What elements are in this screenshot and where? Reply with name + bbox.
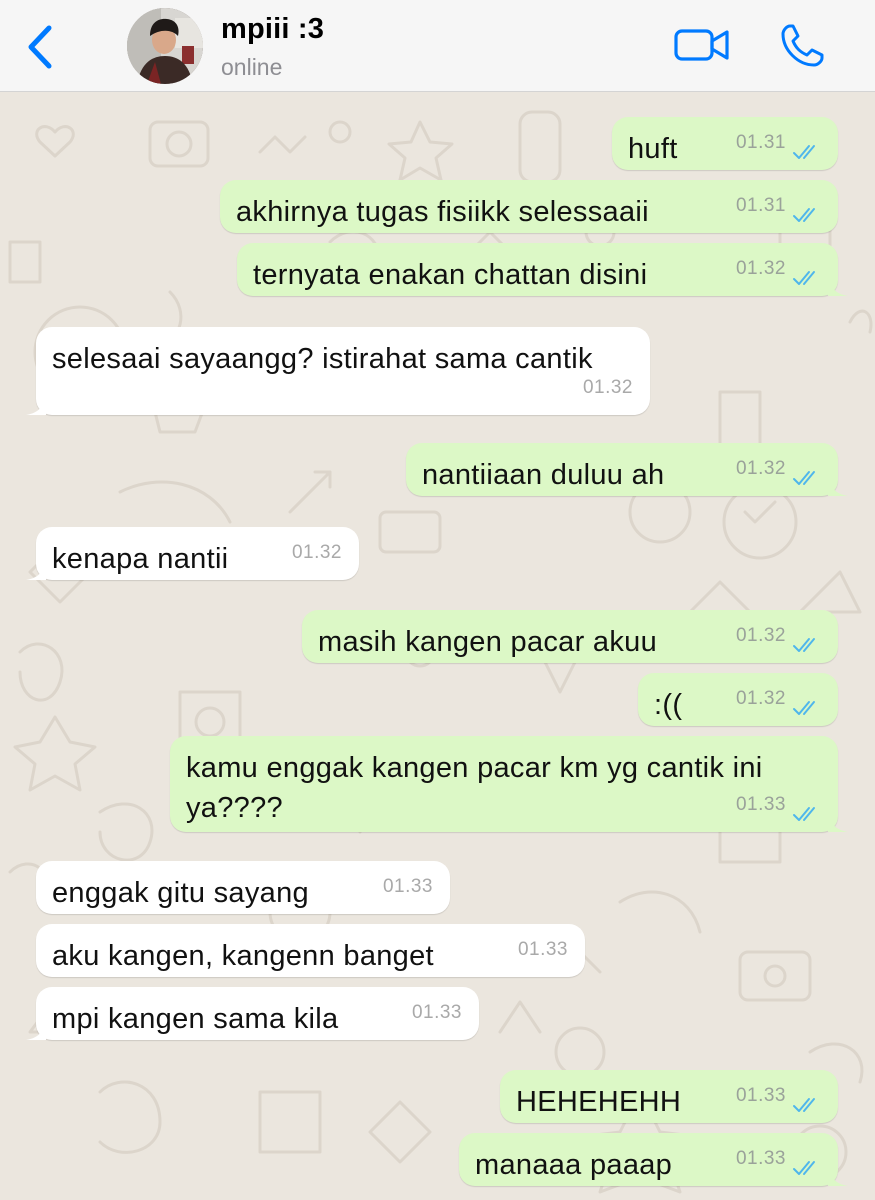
phone-icon (781, 24, 824, 67)
read-receipt-icon (793, 271, 815, 285)
message-bubble-outgoing[interactable]: ternyata enakan chattan disini 01.32 (237, 243, 848, 296)
message-bubble-incoming[interactable]: aku kangen, kangenn banget 01.33 (36, 924, 585, 977)
message-text: masih kangen pacar akuu (318, 626, 657, 658)
message-time: 01.33 (735, 1085, 786, 1106)
bubble-tail (828, 812, 848, 832)
message-bubble-outgoing[interactable]: manaaa paaap 01.33 (459, 1133, 848, 1186)
message-time: 01.33 (735, 1148, 786, 1169)
message-bubble-outgoing[interactable]: nantiiaan duluu ah 01.32 (406, 443, 848, 496)
contact-name[interactable]: mpiii :3 (221, 13, 324, 46)
message-bubble-outgoing[interactable]: akhirnya tugas fisiikk selessaaii 01.31 (220, 180, 838, 233)
message-list[interactable]: huft 01.31 akhirnya tugas fisiikk seless… (0, 92, 875, 1200)
contact-status: online (221, 54, 283, 80)
message-time: 01.31 (735, 195, 786, 216)
message-bubble-outgoing[interactable]: huft 01.31 (612, 117, 838, 170)
read-receipt-icon (793, 638, 815, 652)
bubble-tail (828, 476, 848, 496)
message-time: 01.33 (517, 939, 568, 960)
avatar[interactable] (127, 8, 203, 84)
read-receipt-icon (793, 471, 815, 485)
message-time: 01.32 (735, 625, 786, 646)
message-time: 01.32 (291, 542, 342, 563)
voice-call-button[interactable] (778, 22, 826, 70)
message-time: 01.33 (382, 876, 433, 897)
read-receipt-icon (793, 208, 815, 222)
message-bubble-outgoing[interactable]: :(( 01.32 (638, 673, 838, 726)
message-time: 01.32 (735, 458, 786, 479)
message-time: 01.33 (735, 794, 786, 815)
message-text: selesaai sayaangg? istirahat sama cantik (52, 343, 593, 375)
message-time: 01.32 (582, 377, 633, 398)
message-text: manaaa paaap (475, 1149, 673, 1181)
message-text: kenapa nantii (52, 543, 229, 575)
message-text: HEHEHEHH (516, 1086, 682, 1118)
message-text: :(( (654, 689, 683, 721)
message-text: nantiiaan duluu ah (422, 459, 665, 491)
read-receipt-icon (793, 1098, 815, 1112)
message-text: aku kangen, kangenn banget (52, 940, 434, 972)
message-bubble-outgoing[interactable]: kamu enggak kangen pacar km yg cantik in… (170, 736, 848, 832)
message-text: kamu enggak kangen pacar km yg cantik in… (186, 752, 763, 824)
chevron-left-icon (28, 25, 52, 69)
bubble-tail (828, 276, 848, 296)
avatar-photo (127, 8, 203, 84)
message-time: 01.32 (735, 258, 786, 279)
chat-header: mpiii :3 online (0, 0, 875, 92)
message-text: huft (628, 133, 678, 165)
bubble-tail (26, 560, 46, 580)
message-text: ternyata enakan chattan disini (253, 259, 648, 291)
message-time: 01.33 (411, 1002, 462, 1023)
back-button[interactable] (22, 24, 58, 70)
message-time: 01.31 (735, 132, 786, 153)
message-text: enggak gitu sayang (52, 877, 309, 909)
message-bubble-outgoing[interactable]: masih kangen pacar akuu 01.32 (302, 610, 838, 663)
bubble-tail (26, 395, 46, 415)
message-bubble-incoming[interactable]: selesaai sayaangg? istirahat sama cantik… (26, 327, 650, 415)
read-receipt-icon (793, 145, 815, 159)
bubble-tail (26, 1020, 46, 1040)
message-text: akhirnya tugas fisiikk selessaaii (236, 196, 649, 228)
message-bubble-incoming[interactable]: enggak gitu sayang 01.33 (36, 861, 450, 914)
message-bubble-incoming[interactable]: mpi kangen sama kila 01.33 (26, 987, 479, 1040)
read-receipt-icon (793, 807, 815, 821)
read-receipt-icon (793, 1161, 815, 1175)
message-bubble-outgoing[interactable]: HEHEHEHH 01.33 (500, 1070, 838, 1123)
bubble-tail (828, 1166, 848, 1186)
read-receipt-icon (793, 701, 815, 715)
video-camera-icon (674, 29, 729, 61)
video-call-button[interactable] (674, 26, 730, 64)
message-bubble-incoming[interactable]: kenapa nantii 01.32 (26, 527, 359, 580)
message-text: mpi kangen sama kila (52, 1003, 339, 1035)
message-time: 01.32 (735, 688, 786, 709)
